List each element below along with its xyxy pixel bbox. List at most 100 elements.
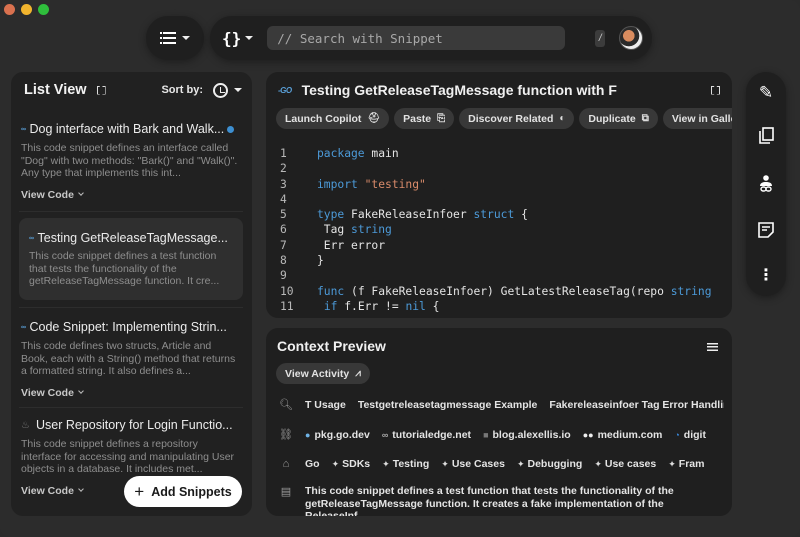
add-snippets-button[interactable]: + Add Snippets (124, 476, 242, 507)
view-activity-button[interactable]: View Activity ⩘ (276, 363, 370, 384)
code-line: 5 type FakeReleaseInfoer struct { (280, 207, 712, 222)
code-token: Err error (317, 238, 386, 252)
code-line: 6 Tag string (280, 222, 712, 237)
context-preview-title: Context Preview (277, 338, 386, 354)
related-link[interactable]: ■ blog.alexellis.io (483, 429, 571, 441)
sparkle-icon: ✦ (441, 459, 449, 469)
menu-icon[interactable] (707, 343, 718, 351)
digitalocean-icon: ◔ (674, 429, 680, 440)
sort-by-label: Sort by: (161, 84, 203, 96)
code-token: import (317, 177, 358, 191)
code-preview-panel: -GO Testing GetReleaseTagMessage functio… (266, 72, 732, 318)
related-link[interactable]: ● pkg.go.dev (305, 429, 370, 441)
clock-icon (213, 82, 228, 98)
snippet-description: This code snippet defines an interface c… (21, 142, 238, 179)
view-menu-button[interactable] (146, 16, 204, 60)
context-preview-panel: Context Preview View Activity ⩘ 🔍︎ T Usa… (266, 328, 732, 516)
code-token: Tag (317, 223, 352, 237)
tag-icon: ⌂ (282, 458, 290, 470)
search-suggestion[interactable]: Fakereleaseinfoer Tag Error Handling (549, 399, 724, 411)
tag[interactable]: ✦ Use Cases (441, 458, 505, 470)
sort-by-control[interactable]: Sort by: (161, 82, 242, 98)
tag-label: Use Cases (451, 458, 505, 470)
view-code-label: View Code (21, 386, 74, 399)
code-token: FakeReleaseInfoer (344, 208, 474, 222)
tag[interactable]: ✦ Testing (382, 458, 429, 470)
activity-icon: ⩘ (355, 368, 361, 379)
shortcut-key-badge: / (595, 29, 606, 47)
link-label: blog.alexellis.io (492, 428, 571, 441)
tag[interactable]: ✦ Debugging (517, 458, 582, 470)
tag-label: Testing (392, 458, 430, 470)
view-code-toggle[interactable]: View Code (21, 189, 241, 201)
chevron-down-icon (78, 190, 84, 196)
divider (19, 211, 243, 212)
tag[interactable]: ✦ SDKs (332, 458, 371, 470)
tag[interactable]: ✦ Fram (668, 458, 704, 470)
go-language-icon: ∞ (21, 125, 26, 133)
edit-button[interactable]: ✎ (755, 82, 777, 104)
code-line: 10 func (f FakeReleaseInfoer) GetLatestRe… (280, 284, 712, 299)
snippet-list-item-active[interactable]: ∞ Testing GetReleaseTagMessage... This c… (19, 218, 243, 300)
copy-button[interactable] (755, 125, 777, 147)
copilot-icon: ⛑ (367, 113, 381, 124)
code-token: type (317, 208, 345, 222)
close-window-button[interactable] (4, 4, 15, 15)
avatar[interactable] (619, 26, 644, 50)
sparkle-icon: ✦ (331, 459, 340, 469)
list-icon (160, 32, 176, 44)
snippet-title: Testing GetReleaseTagMessage... (37, 231, 228, 245)
discover-related-button[interactable]: Discover Related ◐ (459, 108, 575, 129)
chevron-down-icon (78, 388, 84, 394)
maximize-window-button[interactable] (38, 4, 49, 15)
code-block[interactable]: 1 package main 2 3 import "testing" 4 5 type … (280, 146, 712, 314)
language-menu-button[interactable]: {} (222, 29, 254, 48)
code-line: 1 package main (280, 146, 712, 161)
duplicate-button[interactable]: Duplicate ⧉ (579, 108, 658, 129)
snippet-list-item[interactable]: ∞ Dog interface with Bark and Walk... Th… (19, 122, 243, 201)
more-options-button[interactable]: ⋮ (755, 264, 777, 286)
button-label: Launch Copilot (285, 112, 362, 125)
paste-button[interactable]: Paste ⎘ (394, 108, 455, 129)
code-line: 2 (280, 161, 712, 176)
sparkle-icon: ✦ (668, 459, 676, 469)
more-icon: ⋮ (758, 267, 774, 284)
notes-button[interactable] (755, 219, 777, 241)
expand-icon[interactable] (711, 86, 720, 95)
search-suggestion[interactable]: T Usage (305, 399, 346, 411)
line-number: 9 (280, 269, 287, 283)
gopher-icon: ● (305, 429, 311, 440)
divider (19, 307, 243, 308)
related-link[interactable]: ●● medium.com (583, 429, 663, 441)
medium-icon: ●● (582, 429, 594, 440)
chevron-down-icon (234, 88, 242, 92)
view-code-toggle[interactable]: View Code (21, 387, 241, 399)
launch-copilot-button[interactable]: Launch Copilot ⛑ (276, 108, 390, 129)
window-controls (4, 4, 49, 15)
tag-label: Debugging (527, 458, 583, 470)
line-number: 8 (280, 254, 287, 268)
tag[interactable]: Go (305, 458, 320, 470)
minimize-window-button[interactable] (21, 4, 32, 15)
button-label: Discover Related (468, 112, 554, 125)
search-suggestion[interactable]: Testgetreleasetagmessage Example (358, 399, 538, 411)
share-button[interactable] (755, 173, 777, 195)
tag-label: SDKs (342, 458, 371, 470)
expand-icon[interactable] (97, 86, 106, 95)
search-input[interactable] (267, 26, 566, 50)
list-view-title: List View (24, 82, 87, 98)
view-in-gallery-button[interactable]: View in Gallery (662, 108, 732, 129)
related-link[interactable]: ∞ tutorialedge.net (382, 429, 471, 441)
notes-icon: ▤ (280, 486, 292, 498)
tag[interactable]: ✦ Use cases (594, 458, 656, 470)
related-link[interactable]: ◔ digit (674, 429, 706, 441)
divider (19, 407, 243, 408)
tag-label: Use cases (604, 458, 657, 470)
link-label: digit (683, 428, 706, 441)
line-number: 3 (280, 177, 287, 191)
chevron-down-icon (78, 486, 84, 492)
snippet-description: This code snippet defines a test functio… (29, 250, 220, 287)
snippet-list-item[interactable]: ∞ Code Snippet: Implementing Strin... Th… (19, 320, 243, 399)
